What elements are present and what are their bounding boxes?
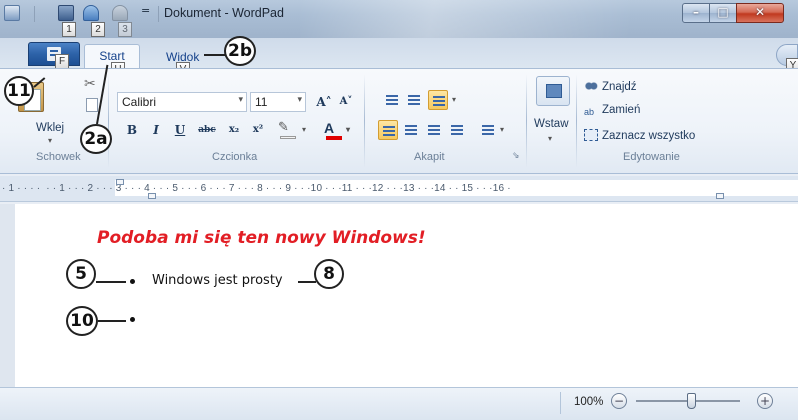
callout-bullet-two: 10 bbox=[66, 306, 98, 336]
close-button[interactable]: ✕ bbox=[736, 3, 784, 23]
highlight-button[interactable]: ✎ ▾ bbox=[278, 120, 318, 140]
window-title: Dokument - WordPad bbox=[164, 6, 284, 20]
callout-app-menu: 11 bbox=[4, 76, 34, 106]
find-button[interactable]: Znajdź bbox=[584, 80, 637, 93]
cut-icon[interactable]: ✂ bbox=[84, 76, 96, 92]
callout-text-end: 8 bbox=[314, 259, 344, 289]
font-size-select[interactable]: 11 ▾ bbox=[250, 92, 306, 112]
first-line-indent-marker[interactable] bbox=[116, 179, 124, 185]
superscript-button[interactable]: x² bbox=[248, 120, 268, 140]
redo-icon[interactable] bbox=[112, 5, 128, 21]
group-label-clipboard: Schowek bbox=[36, 151, 81, 163]
document-heading: Podoba mi się ten nowy Windows! bbox=[97, 228, 426, 248]
status-bar bbox=[0, 387, 798, 420]
italic-button[interactable]: I bbox=[146, 120, 166, 140]
select-all-label: Zaznacz wszystko bbox=[602, 130, 696, 142]
keytip-redo: 3 bbox=[118, 22, 132, 37]
justify-button[interactable] bbox=[447, 120, 467, 140]
chevron-down-icon[interactable]: ▾ bbox=[452, 95, 456, 104]
ruler-scale: · 1 · · · · · · 1 · · · 2 · · · 3 · · · … bbox=[2, 183, 511, 194]
group-label-font: Czcionka bbox=[212, 151, 258, 163]
bullet-list-button[interactable] bbox=[428, 90, 448, 110]
shrink-font-button[interactable]: A˅ bbox=[336, 92, 356, 112]
callout-view-tab: 2b bbox=[224, 36, 256, 66]
zoom-slider-thumb[interactable] bbox=[687, 393, 696, 409]
font-color-button[interactable]: A ▾ bbox=[324, 120, 360, 140]
close-icon: ✕ bbox=[754, 5, 766, 19]
underline-button[interactable]: U bbox=[170, 120, 190, 140]
insert-picture-icon[interactable] bbox=[536, 76, 570, 106]
copy-icon[interactable] bbox=[86, 98, 98, 112]
select-all-button[interactable]: Zaznacz wszystko bbox=[584, 129, 695, 142]
align-right-button[interactable] bbox=[424, 120, 444, 140]
minimize-icon: – bbox=[693, 5, 699, 19]
paragraph-dialog-launcher[interactable]: ⇘ bbox=[512, 150, 520, 161]
increase-indent-button[interactable] bbox=[404, 90, 424, 110]
chevron-down-icon: ▾ bbox=[297, 94, 302, 104]
minimize-button[interactable]: – bbox=[682, 3, 710, 23]
zoom-level: 100% bbox=[574, 396, 604, 408]
paste-label[interactable]: Wklej bbox=[36, 122, 64, 134]
insert-button-label[interactable]: Wstaw bbox=[534, 118, 569, 130]
app-menu-button[interactable] bbox=[28, 42, 80, 66]
decrease-indent-button[interactable] bbox=[382, 90, 402, 110]
wordpad-app-icon[interactable] bbox=[4, 5, 20, 21]
callout-bullet-one: 5 bbox=[66, 259, 96, 289]
keytip-save: 1 bbox=[62, 22, 76, 37]
highlighter-icon: ✎ bbox=[278, 120, 289, 135]
keytip-app-menu: F bbox=[55, 54, 69, 69]
font-family-select[interactable]: Calibri ▾ bbox=[117, 92, 247, 112]
callout-start-tab: 2a bbox=[80, 124, 112, 154]
strikethrough-button[interactable]: abc bbox=[194, 120, 220, 140]
left-indent-marker[interactable] bbox=[148, 193, 156, 199]
zoom-out-button[interactable]: − bbox=[611, 393, 627, 409]
binoculars-icon bbox=[584, 80, 598, 92]
save-icon[interactable] bbox=[58, 5, 74, 21]
list-bullet bbox=[130, 317, 135, 322]
subscript-button[interactable]: x₂ bbox=[224, 120, 244, 140]
font-color-label: A bbox=[324, 120, 335, 136]
find-label: Znajdź bbox=[602, 81, 637, 93]
replace-label: Zamień bbox=[602, 104, 641, 116]
list-bullet bbox=[130, 279, 135, 284]
paste-dropdown-icon[interactable]: ▾ bbox=[48, 136, 52, 145]
right-indent-marker[interactable] bbox=[716, 193, 724, 199]
customize-qat-dropdown[interactable]: = bbox=[141, 4, 150, 17]
wordpad-window: 1 2 3 = Dokument - WordPad – □ ✕ F Start… bbox=[0, 0, 798, 420]
undo-icon[interactable] bbox=[83, 5, 99, 21]
font-size-value: 11 bbox=[255, 95, 268, 109]
bold-button[interactable]: B bbox=[122, 120, 142, 140]
chevron-down-icon: ▾ bbox=[346, 125, 351, 134]
align-center-button[interactable] bbox=[401, 120, 421, 140]
group-label-paragraph: Akapit bbox=[414, 151, 445, 163]
maximize-icon: □ bbox=[717, 5, 729, 19]
chevron-down-icon[interactable]: ▾ bbox=[548, 134, 552, 143]
group-label-editing: Edytowanie bbox=[623, 151, 680, 163]
align-left-button[interactable] bbox=[378, 120, 398, 140]
replace-icon: ab bbox=[584, 107, 595, 117]
select-all-icon bbox=[584, 129, 598, 141]
chevron-down-icon: ▾ bbox=[302, 125, 307, 134]
grow-font-button[interactable]: A˄ bbox=[314, 92, 334, 112]
zoom-in-button[interactable]: + bbox=[757, 393, 773, 409]
list-item: Windows jest prosty bbox=[152, 273, 283, 288]
chevron-down-icon: ▾ bbox=[238, 94, 243, 104]
line-spacing-button[interactable] bbox=[478, 120, 498, 140]
chevron-down-icon[interactable]: ▾ bbox=[500, 125, 504, 134]
replace-button[interactable]: ab Zamień bbox=[584, 104, 640, 119]
font-family-value: Calibri bbox=[122, 95, 157, 109]
maximize-button[interactable]: □ bbox=[709, 3, 737, 23]
keytip-undo: 2 bbox=[91, 22, 105, 37]
